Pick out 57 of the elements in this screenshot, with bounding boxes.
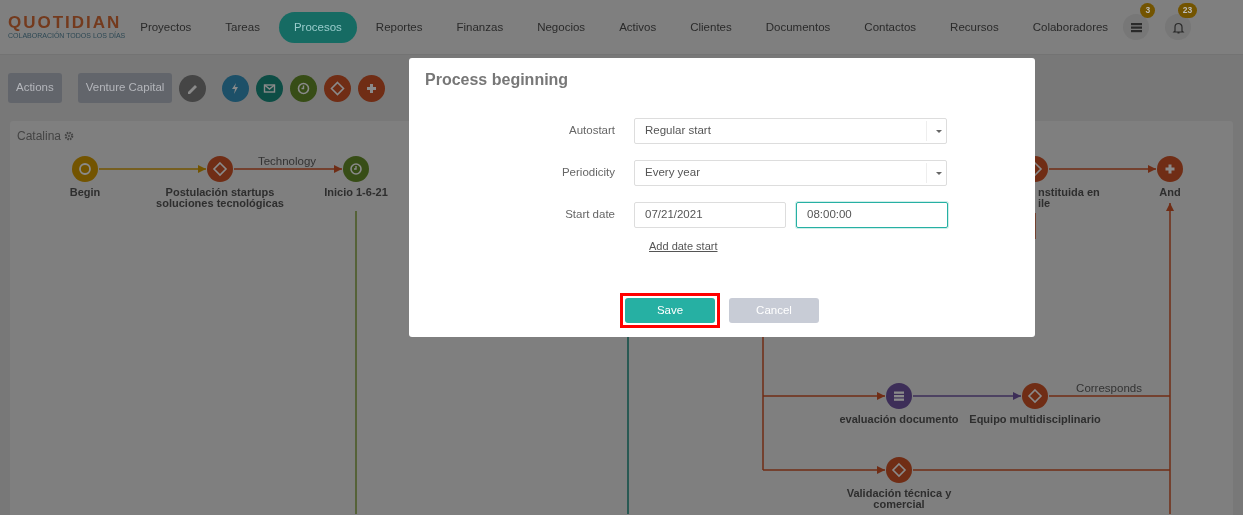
document-node[interactable] — [886, 383, 912, 409]
select-field[interactable]: Every year — [634, 160, 947, 186]
edge-label: Technology — [257, 155, 317, 167]
save-button[interactable]: Save — [625, 298, 715, 323]
plus-button[interactable] — [358, 74, 386, 102]
count-badge: 3 — [1140, 3, 1156, 18]
nav-tab[interactable]: Recursos — [935, 11, 1014, 43]
parallel-node[interactable] — [1157, 156, 1183, 182]
time-field[interactable]: 08:00:00 — [796, 202, 948, 228]
node-label: evaluación documento — [839, 413, 959, 425]
node-label: Validación técnica y comercial — [846, 487, 952, 510]
actions-button[interactable]: Actions — [8, 73, 62, 103]
category-button[interactable]: Venture Capital — [77, 73, 173, 103]
nav-tab[interactable]: Contactos — [849, 11, 932, 43]
node-label: Postulación startups soluciones tecnológicas — [156, 186, 284, 209]
bolt-button[interactable] — [222, 74, 250, 102]
node-label: Begin — [69, 186, 101, 198]
notifications-button[interactable] — [1165, 14, 1192, 40]
field-label: Start date — [564, 207, 616, 223]
mail-button[interactable] — [256, 74, 284, 102]
nav-tab[interactable]: Documentos — [750, 11, 846, 43]
connector-line — [1034, 212, 1036, 240]
count-badge: 23 — [1177, 3, 1198, 18]
tasks-button[interactable] — [1123, 14, 1150, 40]
nav-tab[interactable]: Colaboradores — [1017, 11, 1124, 43]
dialog-title: Process beginning — [425, 70, 569, 90]
node-label: nstituida en ile — [1038, 186, 1100, 209]
select-field[interactable]: Regular start — [634, 118, 947, 144]
nav-tab[interactable]: Negocios — [522, 11, 601, 43]
add-date-link[interactable]: Add date start — [649, 238, 718, 255]
logo[interactable]: QUOTIDIAN — [8, 14, 122, 32]
nav-tab[interactable]: Activos — [604, 11, 672, 43]
nav-tab[interactable]: Proyectos — [125, 11, 207, 43]
nav-tab[interactable]: Tareas — [210, 11, 275, 43]
nav-tab[interactable]: Procesos — [278, 11, 357, 43]
clock-icon — [296, 80, 312, 96]
gear-icon[interactable] — [64, 131, 75, 141]
nav-tab[interactable]: Clientes — [675, 11, 747, 43]
pencil-button[interactable] — [179, 74, 207, 102]
gateway-node[interactable] — [886, 457, 912, 483]
canvas-title: Catalina — [17, 128, 62, 145]
node-label: And — [1159, 186, 1181, 198]
gateway-node[interactable] — [207, 156, 233, 182]
node-label: Equipo multidisciplinario — [969, 413, 1101, 425]
clock-button[interactable] — [290, 74, 318, 102]
field-label: Autostart — [567, 123, 616, 139]
field-label: Periodicity — [560, 165, 616, 181]
timer-node[interactable] — [343, 156, 369, 182]
date-field[interactable]: 07/21/2021 — [634, 202, 786, 228]
nav-tab[interactable]: Reportes — [360, 11, 438, 43]
start-node[interactable] — [72, 156, 98, 182]
diamond-button[interactable] — [324, 74, 352, 102]
edge-label: Corresponds — [1076, 382, 1142, 394]
gateway-node[interactable] — [1022, 383, 1048, 409]
nav-tab[interactable]: Finanzas — [441, 11, 519, 43]
diamond-icon — [330, 80, 346, 96]
node-label: Inicio 1-6-21 — [324, 186, 388, 198]
